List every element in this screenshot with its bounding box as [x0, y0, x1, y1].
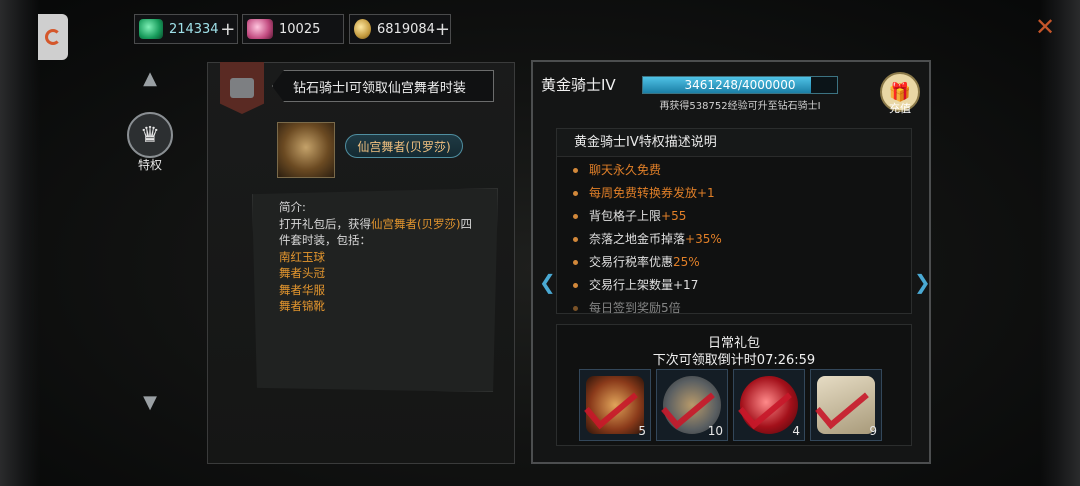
desc-label: 简介: [279, 200, 306, 214]
add-gold-button[interactable]: + [435, 19, 450, 40]
bullet-icon [573, 283, 578, 288]
xp-progress-bar: 3461248/4000000 [642, 76, 838, 94]
bullet-icon [573, 214, 578, 219]
next-rank-arrow-icon[interactable]: ❯ [914, 270, 931, 294]
reward-slot[interactable]: 4 [733, 369, 805, 441]
costume-part: 南红玉球 [279, 249, 325, 264]
reward-qty: 5 [638, 424, 646, 438]
costume-part: 舞者华服 [279, 282, 325, 297]
xp-progress-text: 3461248/4000000 [684, 78, 796, 92]
perk-text: 交易行上架数量+17 [589, 278, 699, 292]
desc-text-end: 四 [460, 216, 472, 231]
reward-banner-title: 钻石骑士I可领取仙宫舞者时装 [293, 80, 466, 96]
close-icon: ✕ [1034, 13, 1056, 41]
desc-line-2: 件套时装，包括： [279, 233, 371, 247]
left-frame-ornament [0, 0, 40, 486]
perk-item: 每日签到奖励5倍 [573, 297, 911, 314]
reward-slot[interactable]: 9 [810, 369, 882, 441]
perk-text: 背包格子上限 [589, 209, 662, 223]
costume-name: 仙宫舞者(贝罗莎) [357, 139, 451, 154]
costume-thumbnail[interactable] [277, 122, 335, 178]
back-icon [45, 29, 61, 45]
green-gem-count: 214334 [168, 21, 219, 37]
privilege-tab[interactable]: ♛ 特权 [124, 112, 176, 172]
perks-list-panel: 黄金骑士IV特权描述说明 聊天永久免费 每周免费转换券发放+1 背包格子上限 +55 奈… [556, 128, 912, 314]
reward-qty: 4 [792, 424, 800, 438]
bullet-icon [573, 306, 578, 311]
gold-coins-icon [354, 19, 371, 39]
currency-green-gem: 214334 + [134, 14, 238, 44]
xp-hint: 再获得538752经验可升至钻石骑士I [659, 101, 821, 112]
reward-slot[interactable]: 10 [656, 369, 728, 441]
recharge-label[interactable]: 充值 [880, 100, 920, 116]
reward-qty: 9 [869, 424, 877, 438]
perk-item: 聊天永久免费 [573, 159, 911, 182]
perk-item: 交易行上架数量+17 [573, 274, 911, 297]
crown-icon: ♛ [127, 112, 173, 158]
chest-icon [220, 62, 264, 114]
bullet-icon [573, 260, 578, 265]
perk-text: 交易行税率优惠 [589, 255, 674, 269]
pink-gem-icon [247, 19, 273, 39]
reward-qty: 10 [707, 424, 723, 438]
perks-list: 聊天永久免费 每周免费转换券发放+1 背包格子上限 +55 奈落之地金币掉落 +35% 交易… [557, 157, 911, 314]
perks-title: 黄金骑士IV特权描述说明 [557, 129, 911, 157]
green-gem-icon [139, 19, 163, 39]
costume-description: 简介: 打开礼包后，获得仙宫舞者(贝罗莎)四 件套时装，包括： 南红玉球 舞者头… [252, 188, 498, 392]
desc-line-1: 打开礼包后，获得仙宫舞者(贝罗莎)四 [279, 216, 481, 233]
rank-title: 黄金骑士IV [541, 76, 616, 94]
close-button[interactable]: ✕ [1028, 10, 1062, 44]
prev-rank-arrow-icon[interactable]: ❮ [539, 270, 556, 294]
perk-text: 奈落之地金币掉落 [589, 232, 686, 246]
costume-part: 舞者头冠 [279, 266, 325, 280]
currency-pink-gem: 10025 [242, 14, 344, 44]
bullet-icon [573, 191, 578, 196]
costume-name-button[interactable]: 仙宫舞者(贝罗莎) [345, 134, 463, 158]
desc-costume-highlight: 仙宫舞者(贝罗莎) [371, 216, 461, 231]
scroll-down-icon[interactable]: ▼ [140, 392, 160, 418]
currency-gold: 6819084 + [349, 14, 451, 44]
perk-text: 每周免费转换券发放+1 [589, 186, 715, 200]
gold-count: 6819084 [377, 21, 435, 37]
scroll-up-icon[interactable]: ▲ [140, 68, 160, 94]
back-button[interactable] [38, 14, 68, 60]
desc-text: 打开礼包后，获得 [279, 216, 371, 231]
perk-item: 背包格子上限 +55 [573, 205, 911, 228]
bullet-icon [573, 237, 578, 242]
perk-value: 25% [673, 255, 700, 269]
daily-gift-panel: 日常礼包 下次可领取倒计时07:26:59 5 10 4 9 [556, 324, 912, 446]
perk-text: 聊天永久免费 [589, 163, 662, 177]
perk-item: 交易行税率优惠 25% [573, 251, 911, 274]
perk-item: 奈落之地金币掉落 +35% [573, 228, 911, 251]
perk-item: 每周免费转换券发放+1 [573, 182, 911, 205]
costume-part: 舞者锦靴 [279, 299, 325, 313]
privilege-label: 特权 [137, 158, 162, 172]
perk-text: 每日签到奖励5倍 [589, 301, 681, 314]
pink-gem-count: 10025 [279, 21, 321, 37]
bullet-icon [573, 168, 578, 173]
perk-value: +55 [661, 209, 687, 223]
reward-banner: 钻石骑士I可领取仙宫舞者时装 [272, 70, 494, 102]
add-green-gem-button[interactable]: + [219, 19, 237, 40]
right-frame-ornament [1040, 0, 1080, 486]
reward-slot[interactable]: 5 [579, 369, 651, 441]
daily-gift-countdown: 下次可领取倒计时07:26:59 [652, 353, 816, 368]
perk-value: +35% [685, 232, 722, 246]
